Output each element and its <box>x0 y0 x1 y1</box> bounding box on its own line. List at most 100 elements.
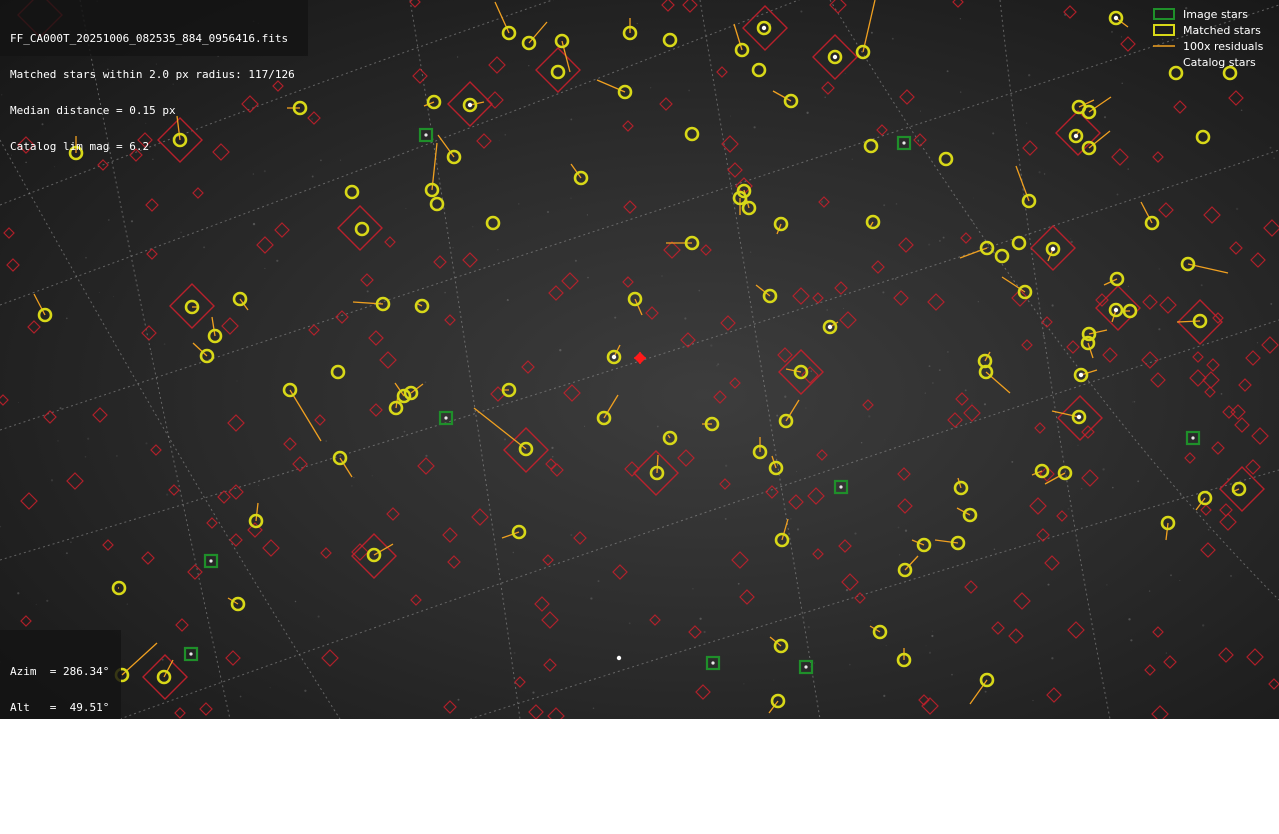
catalog-star-marker <box>659 97 673 111</box>
catalog-star-marker <box>1192 351 1204 363</box>
catalog-star-marker <box>174 707 186 719</box>
catalog-star-marker <box>462 252 478 268</box>
background-speck <box>1130 639 1133 642</box>
background-speck <box>252 222 256 226</box>
background-speck <box>920 110 921 112</box>
background-speck <box>151 351 152 353</box>
background-speck <box>796 528 800 531</box>
catalog-star-marker <box>307 111 321 125</box>
catalog-star-marker <box>1022 140 1038 156</box>
background-speck <box>587 276 589 279</box>
catalog-star-marker <box>739 589 755 605</box>
catalog-star-marker <box>899 89 915 105</box>
matched-star-ring <box>684 126 700 142</box>
legend-label-image-stars: Image stars <box>1183 7 1248 21</box>
background-speck <box>870 31 873 34</box>
background-speck <box>35 603 37 605</box>
catalog-star-marker <box>368 330 384 346</box>
background-speck <box>737 582 740 585</box>
background-speck <box>366 290 369 293</box>
background-speck <box>1235 207 1239 211</box>
background-speck <box>425 454 428 457</box>
catalog-star-marker <box>1056 510 1068 522</box>
background-speck <box>729 115 731 117</box>
background-speck <box>1133 401 1136 403</box>
background-speck <box>1102 468 1105 471</box>
background-speck <box>1051 657 1054 660</box>
matched-star-ring <box>330 364 346 380</box>
bright-star-core <box>616 655 622 661</box>
bright-star-core <box>1076 414 1082 420</box>
background-speck <box>928 243 931 246</box>
background-speck <box>518 203 520 205</box>
background-speck <box>784 395 787 398</box>
catalog-star-marker <box>386 507 400 521</box>
residual-line <box>211 316 216 337</box>
catalog-star-marker <box>834 281 848 295</box>
catalog-star-marker <box>731 551 749 569</box>
background-speck <box>65 317 68 320</box>
pointing-panel: Azim = 286.34° Alt = 49.51° Rot h = -1.4… <box>0 630 121 822</box>
legend-image-stars: Image stars <box>1153 6 1248 22</box>
catalog-star-marker <box>444 314 456 326</box>
background-speck <box>452 247 454 249</box>
background-speck <box>1179 580 1181 581</box>
background-speck <box>403 430 406 433</box>
catalog-star-marker <box>1222 405 1236 419</box>
catalog-star-marker <box>1203 206 1221 224</box>
legend-matched-stars: Matched stars <box>1153 22 1261 38</box>
background-speck <box>925 645 927 647</box>
background-speck <box>592 707 595 709</box>
catalog-star-marker <box>1151 705 1169 719</box>
background-speck <box>1121 82 1123 84</box>
grid-line <box>119 319 1279 719</box>
catalog-star-marker <box>1219 503 1233 517</box>
alt-value: Alt = 49.51° <box>10 701 110 714</box>
catalog-star-marker <box>682 0 698 13</box>
catalog-star-marker <box>1245 350 1261 366</box>
catalog-star-marker <box>476 133 492 149</box>
catalog-star-marker <box>1150 372 1166 388</box>
background-speck <box>46 599 49 602</box>
background-speck <box>130 220 134 223</box>
background-speck <box>854 532 857 535</box>
background-speck <box>317 615 320 618</box>
background-speck <box>512 551 514 554</box>
catalog-star-marker <box>716 66 728 78</box>
matched-star-ring <box>429 196 445 212</box>
background-speck <box>1080 487 1083 490</box>
catalog-star-marker <box>841 573 859 591</box>
catalog-star-marker <box>308 324 320 336</box>
catalog-star-marker <box>829 0 847 14</box>
catalog-star-marker <box>700 244 712 256</box>
legend-label-residuals: 100x residuals <box>1183 39 1264 53</box>
catalog-star-marker <box>169 283 215 329</box>
catalog-star-marker <box>187 564 203 580</box>
residual-line <box>289 389 322 442</box>
background-speck <box>597 580 600 583</box>
background-speck <box>311 118 313 120</box>
background-speck <box>960 91 962 93</box>
background-speck <box>1106 584 1108 586</box>
catalog-star-marker <box>1263 219 1279 237</box>
background-speck <box>113 295 115 297</box>
catalog-star-marker <box>624 461 640 477</box>
catalog-star-marker <box>801 366 819 384</box>
background-speck <box>528 225 530 227</box>
catalog-star-marker <box>927 293 945 311</box>
median-distance: Median distance = 0.15 px <box>10 104 176 117</box>
catalog-star-marker <box>521 360 535 374</box>
catalog-star-marker <box>960 232 972 244</box>
matched-star-ring <box>344 184 360 200</box>
background-speck <box>820 200 824 203</box>
catalog-star-marker <box>876 124 888 136</box>
catalog-star-marker <box>1102 347 1118 363</box>
bright-star-core <box>761 25 767 31</box>
background-speck <box>570 197 572 199</box>
background-speck <box>938 239 941 242</box>
fov-h-value: FOV h = 53.68° <box>10 773 110 786</box>
matched-star-ring <box>938 151 954 167</box>
catalog-star-marker <box>964 580 978 594</box>
catalog-star-marker <box>1261 336 1279 354</box>
catalog-star-marker <box>274 222 290 238</box>
